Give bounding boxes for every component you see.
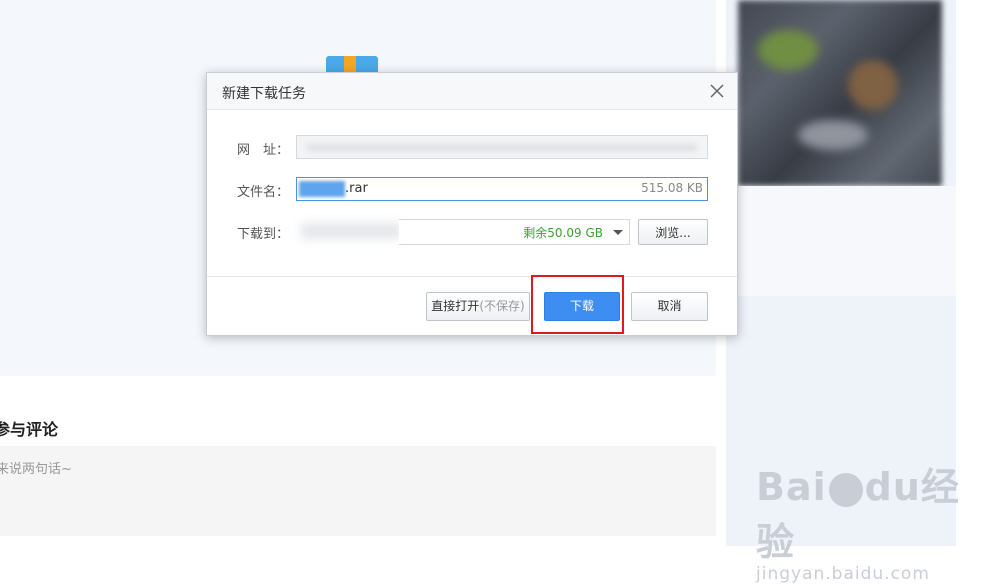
saveto-label: 下载到： [237,227,290,242]
filename-extension: .rar [345,181,368,196]
open-directly-note: (不保存) [479,299,525,313]
filename-label: 文件名： [237,185,290,200]
watermark-brand-left: Bai [756,465,827,509]
new-download-dialog: 新建下载任务 网 址： 文件名： .rar 515.08 KB 下载到： 剩余5… [206,72,738,336]
open-directly-label: 直接打开 [431,299,480,313]
open-directly-button[interactable]: 直接打开(不保存) [426,292,530,321]
watermark-url: jingyan.baidu.com [756,564,930,584]
comment-section-title: 参与评论 [0,420,59,439]
dialog-header: 新建下载任务 [207,73,737,110]
sidebar-thumbnail[interactable] [738,0,942,186]
save-path [301,223,401,239]
sidebar-panel [734,186,956,296]
close-icon[interactable] [707,81,727,101]
save-path-select[interactable]: 剩余50.09 GB [399,219,630,245]
free-space: 剩余50.09 GB [523,226,603,240]
paw-icon [828,472,863,507]
dialog-divider [207,276,737,277]
caret-down-icon[interactable] [613,230,623,235]
browse-button[interactable]: 浏览... [638,219,708,245]
dialog-title: 新建下载任务 [222,86,306,102]
comment-input[interactable] [0,446,716,536]
url-label: 网 址： [237,143,290,158]
url-field[interactable] [296,135,708,159]
file-size: 515.08 KB [641,181,703,195]
filename-selection [299,181,345,197]
baidu-watermark: Bai du经验 jingyan.baidu.com [756,456,988,584]
comment-placeholder: 来说两句话~ [0,462,72,477]
filename-field[interactable]: .rar 515.08 KB [296,177,708,201]
banner-tile [326,56,378,72]
cancel-button[interactable]: 取消 [631,292,708,321]
download-highlight-box [531,275,624,334]
watermark-brand-right: du [864,465,921,509]
